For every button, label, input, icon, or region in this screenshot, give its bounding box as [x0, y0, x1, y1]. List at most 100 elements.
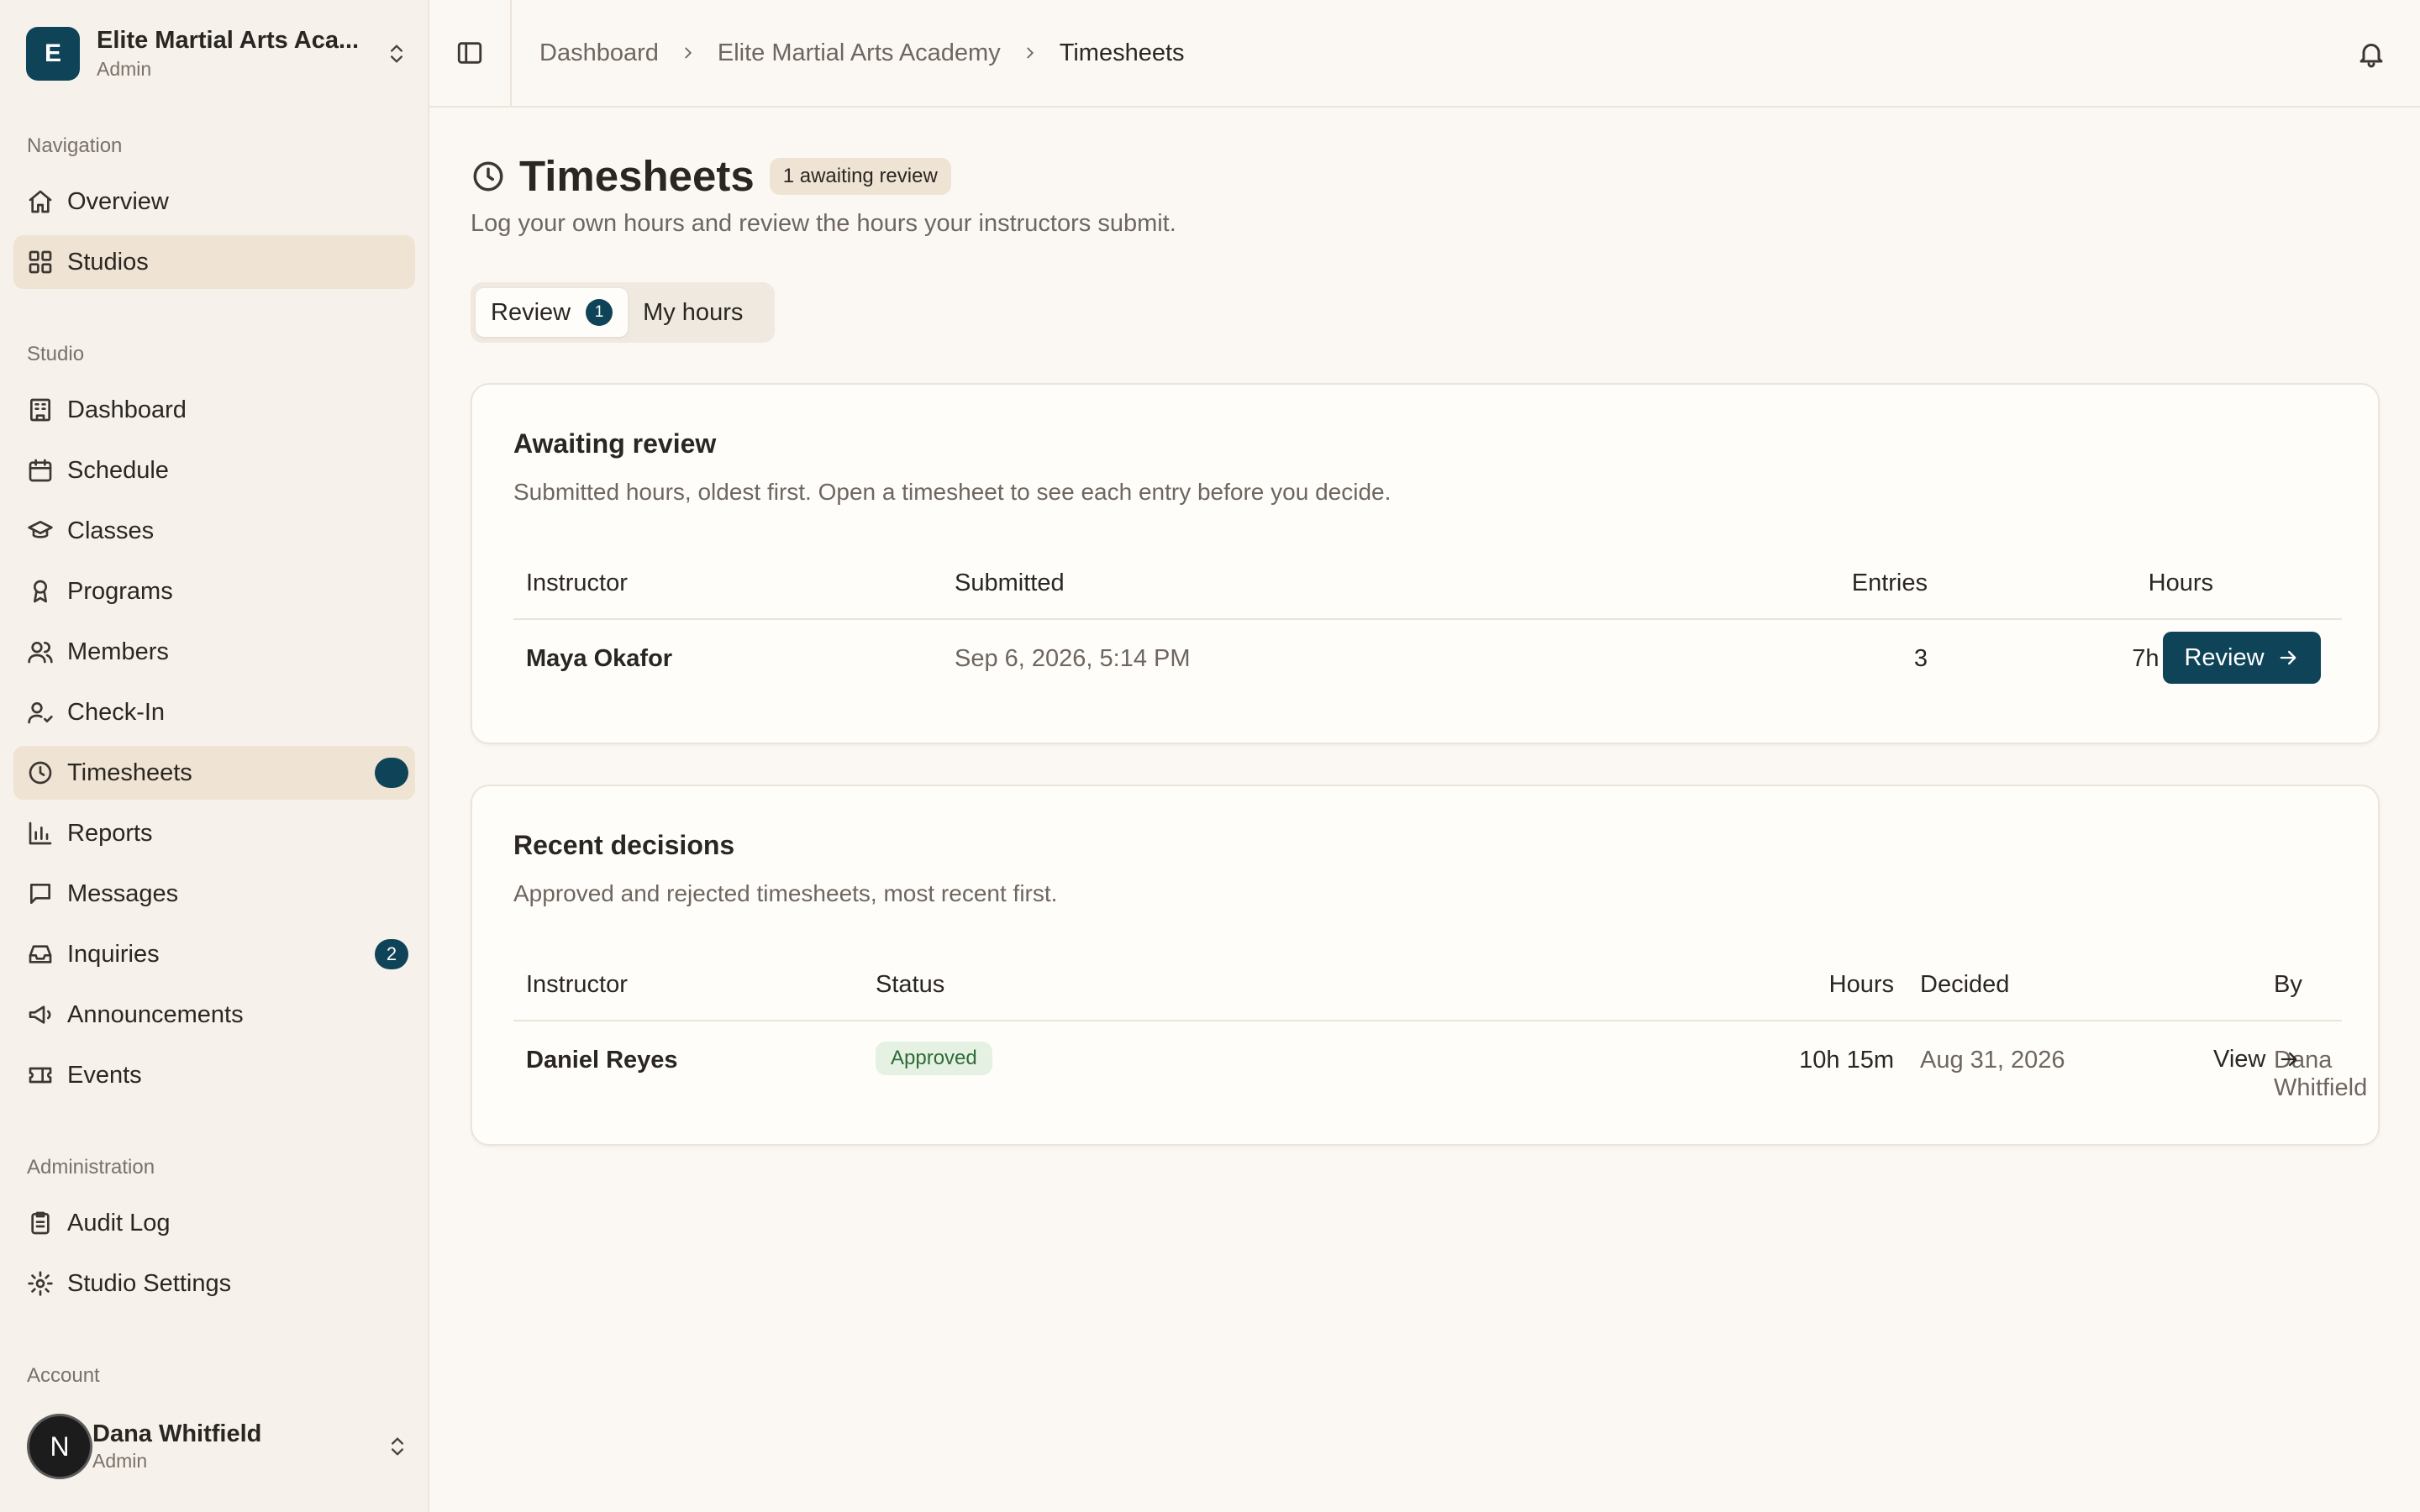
sidebar-item-events[interactable]: Events [13, 1048, 415, 1102]
col-header-decided: Decided [1920, 971, 2010, 998]
row-decided: Aug 31, 2026 [1920, 1047, 2065, 1074]
ticket-icon [29, 1067, 52, 1084]
sidebar-item-label: Timesheets [67, 759, 192, 786]
award-icon [33, 580, 47, 603]
account-switcher[interactable]: N Dana Whitfield Admin [27, 1411, 409, 1482]
sidebar-item-label: Check-In [67, 698, 166, 726]
chevron-right-icon [1027, 47, 1034, 59]
sidebar-item-dashboard[interactable]: Dashboard [13, 383, 415, 437]
table-divider [513, 618, 2342, 620]
sidebar-item-timesheets[interactable]: Timesheets [13, 746, 415, 800]
sidebar-item-label: Announcements [67, 1000, 244, 1028]
avatar: N [27, 1414, 92, 1479]
org-switcher[interactable]: E Elite Martial Arts Aca... Admin [26, 26, 408, 81]
sidebar-item-reports[interactable]: Reports [13, 806, 415, 860]
sidebar-item-announcements[interactable]: Announcements [13, 988, 415, 1042]
clock-icon [29, 761, 52, 785]
sidebar-item-label: Events [67, 1061, 142, 1089]
sidebar-item-label: Schedule [67, 456, 169, 484]
timesheets-badge [375, 758, 408, 788]
tab-review-label: Review [491, 298, 571, 326]
review-button[interactable]: Review [2163, 632, 2321, 684]
sidebar-item-programs[interactable]: Programs [13, 564, 415, 618]
tab-my-hours-label: My hours [643, 298, 744, 326]
message-icon [30, 884, 50, 904]
sidebar-item-overview[interactable]: Overview [13, 175, 415, 228]
tab-my-hours[interactable]: My hours [628, 288, 758, 337]
org-name: Elite Martial Arts Aca... [97, 27, 360, 54]
sidebar-toggle-button[interactable] [429, 0, 512, 107]
topbar: Dashboard Elite Martial Arts Academy Tim… [429, 0, 2420, 108]
account-role: Admin [92, 1450, 148, 1472]
breadcrumb-academy[interactable]: Elite Martial Arts Academy [718, 39, 1001, 67]
sidebar-item-schedule[interactable]: Schedule [13, 444, 415, 497]
view-button-label: View [2213, 1045, 2266, 1073]
sidebar-item-checkin[interactable]: Check-In [13, 685, 415, 739]
col-header-hours: Hours [1828, 971, 1894, 998]
sidebar-item-label: Overview [67, 187, 169, 215]
col-header-instructor: Instructor [526, 971, 628, 998]
sidebar-item-label: Studios [67, 248, 149, 276]
breadcrumb-dashboard[interactable]: Dashboard [539, 39, 659, 67]
col-header-instructor: Instructor [526, 570, 628, 596]
row-hours: 10h 15m [1799, 1047, 1894, 1074]
awaiting-review-desc: Submitted hours, oldest first. Open a ti… [513, 479, 1392, 505]
section-label-account: Account [27, 1364, 100, 1387]
sidebar-item-label: Inquiries [67, 940, 160, 968]
chevron-right-icon [685, 47, 692, 59]
chevron-up-down-icon [391, 45, 402, 63]
table-divider [513, 1020, 2342, 1021]
gear-icon [28, 1271, 53, 1296]
clock-icon [473, 161, 503, 191]
section-label-administration: Administration [27, 1156, 155, 1179]
sidebar-item-label: Programs [67, 577, 173, 605]
section-label-navigation: Navigation [27, 134, 123, 157]
users-icon [28, 642, 53, 664]
sidebar-item-label: Reports [67, 819, 153, 847]
page-subtitle: Log your own hours and review the hours … [471, 210, 1176, 237]
sidebar-item-label: Dashboard [67, 396, 187, 423]
awaiting-review-title: Awaiting review [513, 428, 717, 459]
graduation-cap-icon [28, 521, 53, 538]
sidebar: E Elite Martial Arts Aca... Admin Naviga… [0, 0, 429, 1512]
sidebar-item-studio-settings[interactable]: Studio Settings [13, 1257, 415, 1310]
tab-review-count: 1 [586, 299, 613, 326]
home-icon [29, 190, 52, 213]
page-header: Timesheets 1 awaiting review [471, 151, 951, 201]
sidebar-item-label: Members [67, 638, 169, 665]
col-header-hours: Hours [2148, 570, 2213, 596]
breadcrumb-current: Timesheets [1059, 39, 1185, 66]
sidebar-item-label: Messages [67, 879, 179, 907]
building-icon [30, 398, 50, 422]
sidebar-item-audit-log[interactable]: Audit Log [13, 1196, 415, 1250]
breadcrumb: Dashboard Elite Martial Arts Academy Tim… [539, 39, 1185, 67]
sidebar-item-inquiries[interactable]: Inquiries 2 [13, 927, 415, 981]
recent-decisions-desc: Approved and rejected timesheets, most r… [513, 880, 1058, 906]
sidebar-item-messages[interactable]: Messages [13, 867, 415, 921]
bell-icon[interactable] [2356, 39, 2386, 69]
sidebar-item-members[interactable]: Members [13, 625, 415, 679]
account-name: Dana Whitfield [92, 1420, 262, 1447]
org-avatar: E [26, 27, 80, 81]
chevron-up-down-icon [392, 1437, 403, 1456]
inbox-icon [29, 945, 52, 963]
tab-review[interactable]: Review 1 [476, 288, 629, 337]
sidebar-item-studios[interactable]: Studios [13, 235, 415, 289]
section-label-studio: Studio [27, 343, 85, 365]
sidebar-item-label: Classes [67, 517, 155, 544]
main-content: Dashboard Elite Martial Arts Academy Tim… [429, 0, 2420, 1512]
arrow-right-icon [2280, 650, 2296, 665]
sidebar-item-label: Audit Log [67, 1209, 171, 1236]
arrow-right-icon [2281, 1052, 2297, 1067]
grid-icon [29, 250, 52, 274]
view-button[interactable]: View [2213, 1033, 2301, 1085]
user-check-icon [28, 702, 53, 724]
row-instructor: Maya Okafor [526, 645, 673, 672]
status-badge: 1 awaiting review [769, 157, 951, 195]
sidebar-item-classes[interactable]: Classes [13, 504, 415, 558]
row-entries: 3 [1913, 645, 1928, 672]
status-badge: Approved [876, 1042, 992, 1075]
recent-decisions-title: Recent decisions [513, 830, 735, 860]
inquiries-badge: 2 [375, 939, 408, 969]
sidebar-item-label: Studio Settings [67, 1269, 232, 1297]
